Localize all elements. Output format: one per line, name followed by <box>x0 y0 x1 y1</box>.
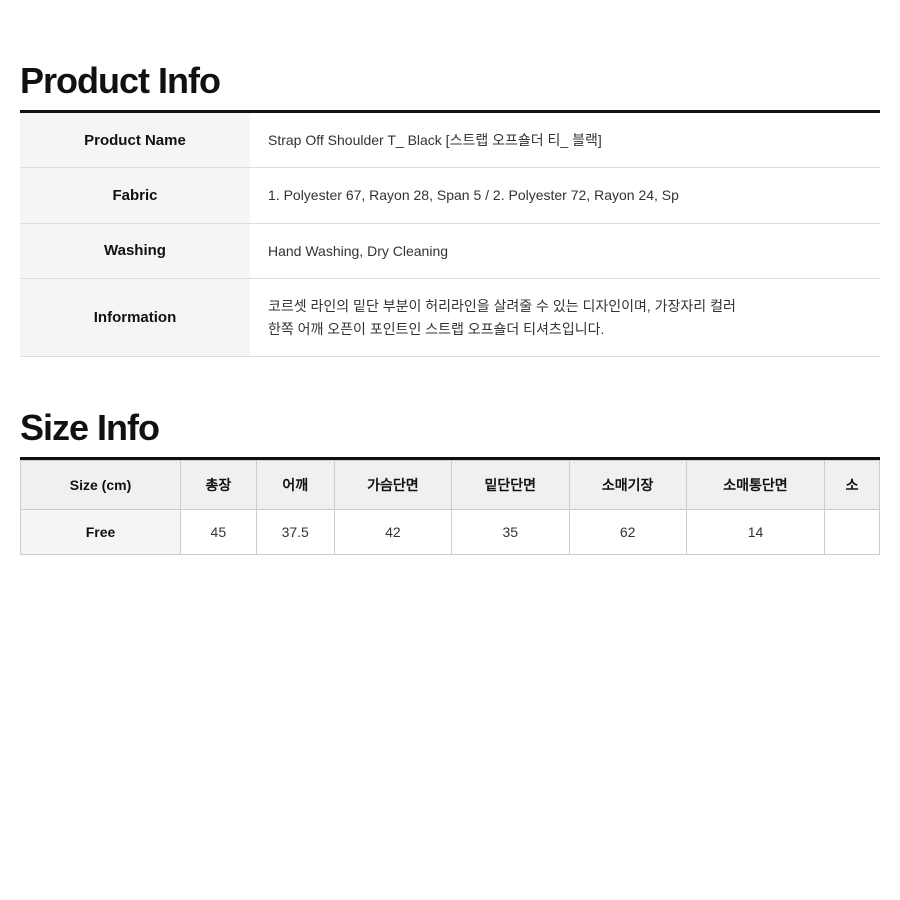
product-info-table: Product NameStrap Off Shoulder T_ Black … <box>20 113 880 357</box>
product-info-label: Washing <box>20 223 250 278</box>
size-header-label: Size (cm) <box>21 460 181 509</box>
size-header-col: 소매기장 <box>569 460 686 509</box>
product-info-row: Product NameStrap Off Shoulder T_ Black … <box>20 113 880 168</box>
size-value: 35 <box>452 509 569 554</box>
size-header-col: 소 <box>825 460 880 509</box>
size-value <box>825 509 880 554</box>
product-info-value: Hand Washing, Dry Cleaning <box>250 223 880 278</box>
size-table: Size (cm)총장어깨가슴단면밑단단면소매기장소매통단면소 Free4537… <box>20 460 880 555</box>
product-info-value: 코르셋 라인의 밑단 부분이 허리라인을 살려줄 수 있는 디자인이며, 가장자… <box>250 279 880 357</box>
product-info-row: Fabric1. Polyester 67, Rayon 28, Span 5 … <box>20 168 880 223</box>
product-info-value: Strap Off Shoulder T_ Black [스트랩 오프숄더 티_… <box>250 113 880 168</box>
size-header-row: Size (cm)총장어깨가슴단면밑단단면소매기장소매통단면소 <box>21 460 880 509</box>
product-info-label: Product Name <box>20 113 250 168</box>
size-header-col: 밑단단면 <box>452 460 569 509</box>
size-header-col: 가슴단면 <box>334 460 451 509</box>
size-value: 14 <box>686 509 824 554</box>
size-row: Free4537.542356214 <box>21 509 880 554</box>
product-info-row: Information코르셋 라인의 밑단 부분이 허리라인을 살려줄 수 있는… <box>20 279 880 357</box>
size-value: 62 <box>569 509 686 554</box>
product-info-title: Product Info <box>20 60 880 102</box>
size-header-col: 소매통단면 <box>686 460 824 509</box>
size-label: Free <box>21 509 181 554</box>
size-value: 37.5 <box>256 509 334 554</box>
page-wrapper: Product Info Product NameStrap Off Shoul… <box>0 0 900 595</box>
product-info-row: WashingHand Washing, Dry Cleaning <box>20 223 880 278</box>
size-info-section: Size Info Size (cm)총장어깨가슴단면밑단단면소매기장소매통단면… <box>20 407 880 555</box>
size-header-col: 총장 <box>181 460 257 509</box>
product-info-label: Fabric <box>20 168 250 223</box>
size-value: 45 <box>181 509 257 554</box>
product-info-section: Product Info Product NameStrap Off Shoul… <box>20 60 880 357</box>
size-info-title: Size Info <box>20 407 880 449</box>
size-header-col: 어깨 <box>256 460 334 509</box>
product-info-value: 1. Polyester 67, Rayon 28, Span 5 / 2. P… <box>250 168 880 223</box>
product-info-label: Information <box>20 279 250 357</box>
size-value: 42 <box>334 509 451 554</box>
